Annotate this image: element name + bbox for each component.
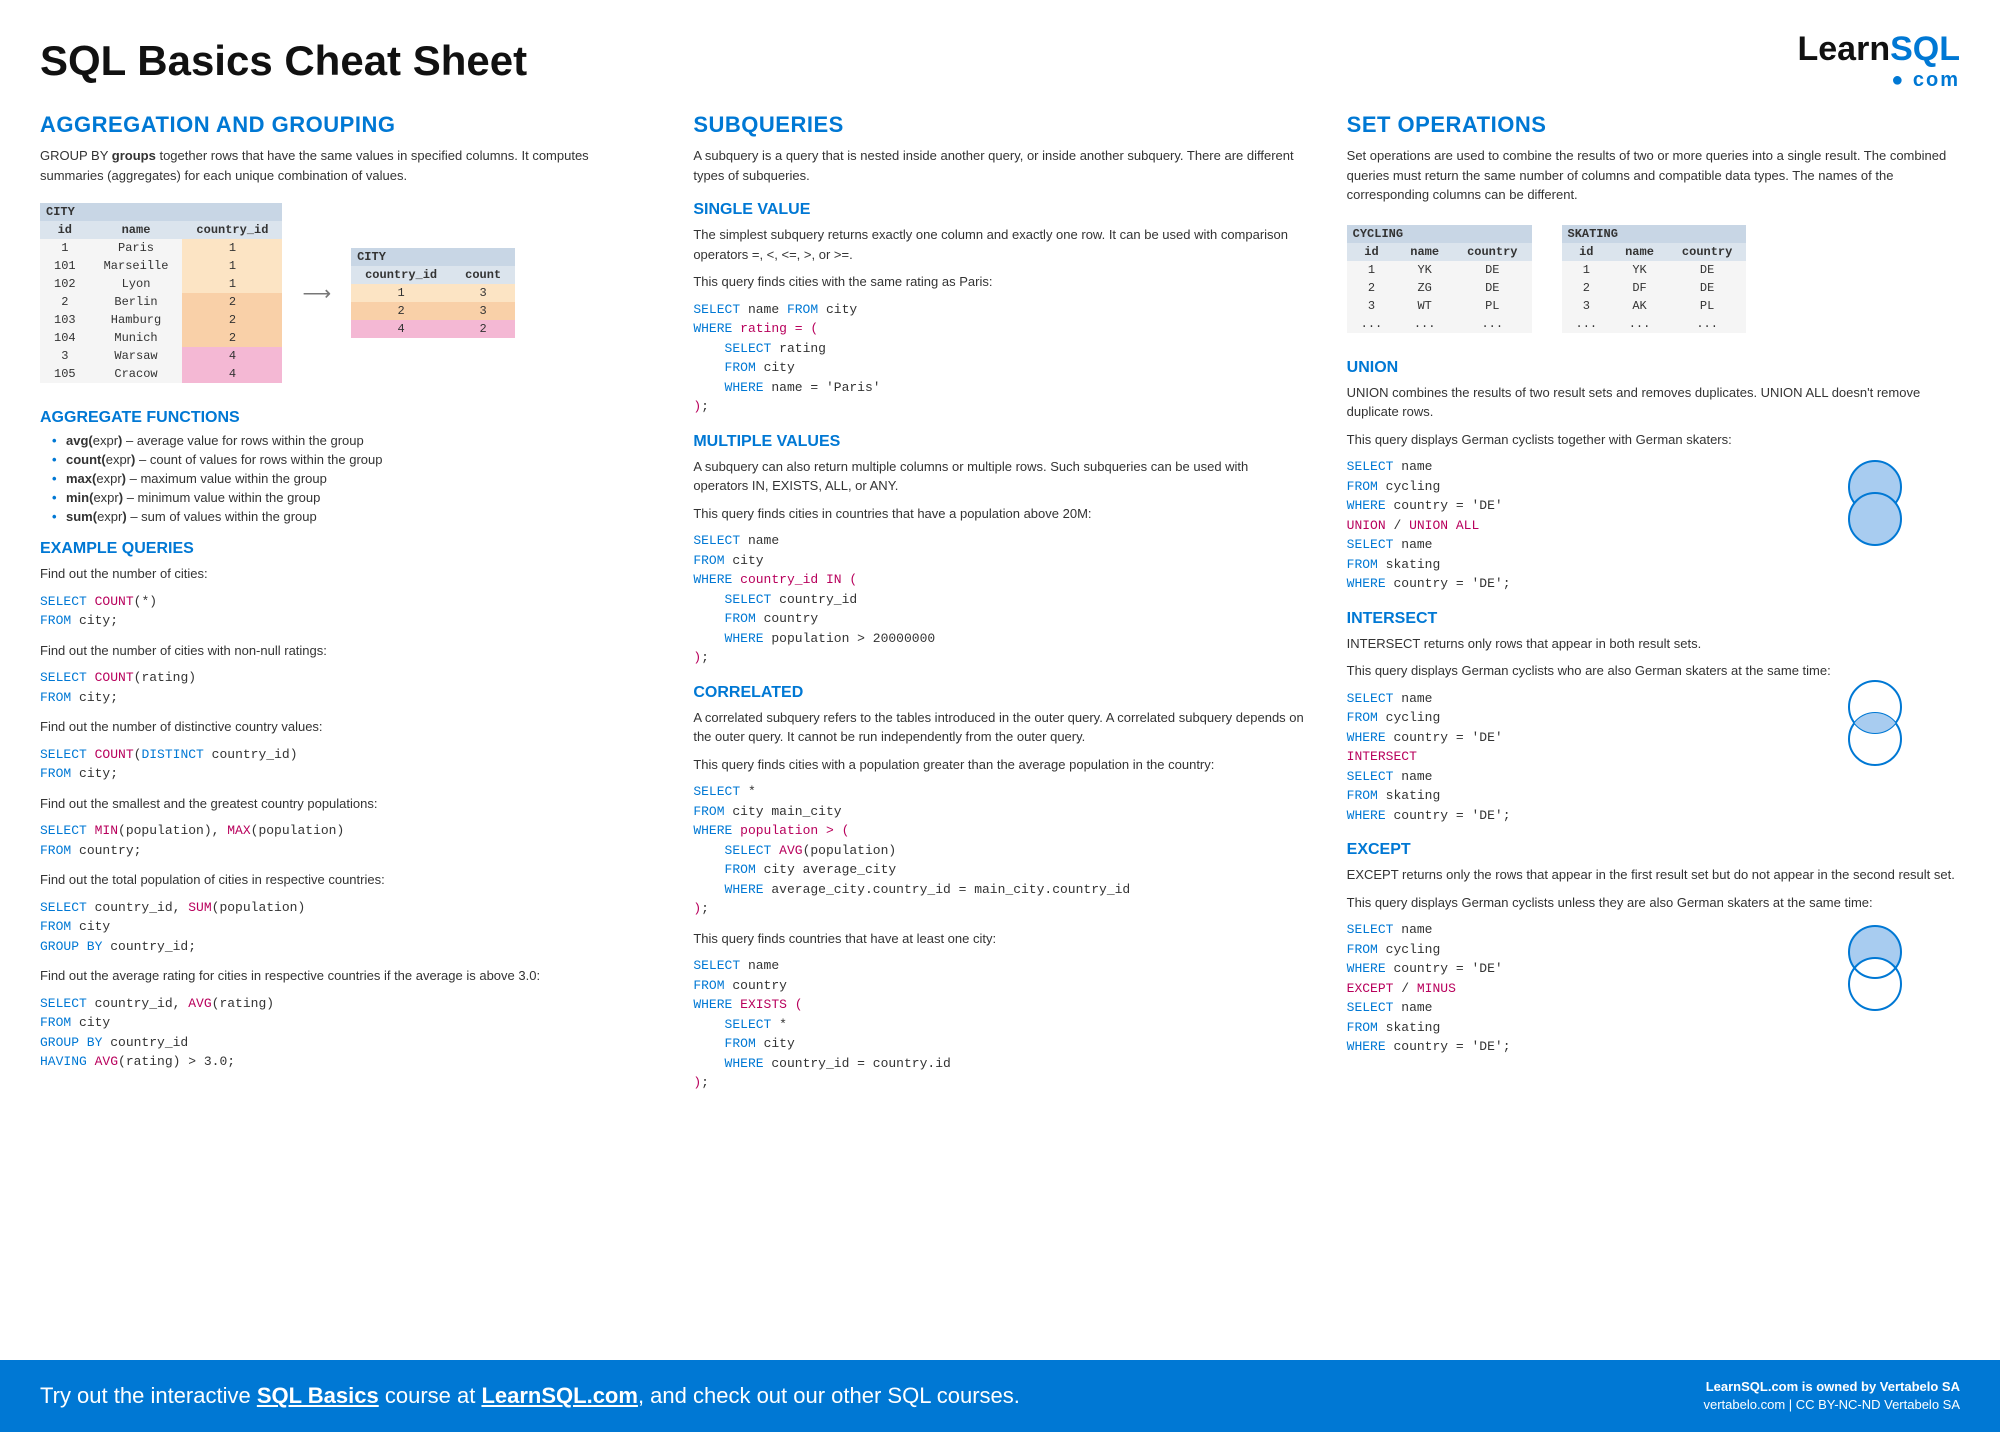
ex5-code: SELECT country_id, SUM(population) FROM …: [40, 898, 653, 957]
skating-table: SKATING idnamecountry1YKDE2DFDE3AKPL....…: [1562, 225, 1747, 333]
ex4-code: SELECT MIN(population), MAX(population) …: [40, 821, 653, 860]
city-agg-table: CITY country_idcount132342: [351, 248, 515, 338]
ex2-title: Find out the number of cities with non-n…: [40, 641, 653, 661]
footer-left: Try out the interactive SQL Basics cours…: [40, 1383, 1020, 1409]
logo-com: com: [1913, 69, 1960, 91]
int-p1: INTERSECT returns only rows that appear …: [1347, 634, 1960, 654]
sv-p1: The simplest subquery returns exactly on…: [693, 225, 1306, 264]
cor-p3: This query finds countries that have at …: [693, 929, 1306, 949]
ex5-title: Find out the total population of cities …: [40, 870, 653, 890]
cor-code2: SELECT name FROM country WHERE EXISTS ( …: [693, 956, 1306, 1093]
h3-intersect: INTERSECT: [1347, 610, 1960, 628]
h3-multiple-values: MULTIPLE VALUES: [693, 433, 1306, 451]
ex3-code: SELECT COUNT(DISTINCT country_id) FROM c…: [40, 745, 653, 784]
sv-code: SELECT name FROM city WHERE rating = ( S…: [693, 300, 1306, 417]
columns: AGGREGATION AND GROUPING GROUP BY groups…: [40, 112, 1960, 1103]
h3-union: UNION: [1347, 359, 1960, 377]
col-set-operations: SET OPERATIONS Set operations are used t…: [1347, 112, 1960, 1103]
logo-dot: ●: [1891, 69, 1913, 91]
h2-subqueries: SUBQUERIES: [693, 112, 1306, 138]
agg-intro: GROUP BY groups together rows that have …: [40, 146, 653, 185]
col-aggregation: AGGREGATION AND GROUPING GROUP BY groups…: [40, 112, 653, 1103]
mv-p1: A subquery can also return multiple colu…: [693, 457, 1306, 496]
sv-p2: This query finds cities with the same ra…: [693, 272, 1306, 292]
ex2-code: SELECT COUNT(rating) FROM city;: [40, 668, 653, 707]
mv-p2: This query finds cities in countries tha…: [693, 504, 1306, 524]
union-p2: This query displays German cyclists toge…: [1347, 430, 1960, 450]
footer-license: vertabelo.com | CC BY-NC-ND Vertabelo SA: [1704, 1396, 1961, 1414]
ex1-title: Find out the number of cities:: [40, 564, 653, 584]
venn-except-icon: [1835, 922, 1915, 1022]
h3-single-value: SINGLE VALUE: [693, 201, 1306, 219]
venn-intersect-icon: [1835, 677, 1915, 777]
h3-correlated: CORRELATED: [693, 684, 1306, 702]
subq-intro: A subquery is a query that is nested ins…: [693, 146, 1306, 185]
h3-examples: EXAMPLE QUERIES: [40, 540, 653, 558]
city-table: CITY idnamecountry_id1Paris1101Marseille…: [40, 203, 282, 383]
ex3-title: Find out the number of distinctive count…: [40, 717, 653, 737]
h3-agg-fns: AGGREGATE FUNCTIONS: [40, 409, 653, 427]
ex4-title: Find out the smallest and the greatest c…: [40, 794, 653, 814]
logo-sql: SQL: [1890, 30, 1960, 68]
agg-fn-list: avg(expr) – average value for rows withi…: [40, 433, 653, 524]
logo: LearnSQL ● com: [1798, 30, 1961, 92]
footer-right: LearnSQL.com is owned by Vertabelo SA ve…: [1704, 1378, 1961, 1414]
header: SQL Basics Cheat Sheet LearnSQL ● com: [40, 30, 1960, 92]
set-intro: Set operations are used to combine the r…: [1347, 146, 1960, 205]
h2-aggregation: AGGREGATION AND GROUPING: [40, 112, 653, 138]
page: SQL Basics Cheat Sheet LearnSQL ● com AG…: [0, 0, 2000, 1360]
cor-p1: A correlated subquery refers to the tabl…: [693, 708, 1306, 747]
footer: Try out the interactive SQL Basics cours…: [0, 1360, 2000, 1432]
cor-code1: SELECT * FROM city main_city WHERE popul…: [693, 782, 1306, 919]
cycling-table: CYCLING idnamecountry1YKDE2ZGDE3WTPL....…: [1347, 225, 1532, 333]
ex6-title: Find out the average rating for cities i…: [40, 966, 653, 986]
page-title: SQL Basics Cheat Sheet: [40, 37, 527, 85]
col-subqueries: SUBQUERIES A subquery is a query that is…: [693, 112, 1306, 1103]
exc-p2: This query displays German cyclists unle…: [1347, 893, 1960, 913]
h2-set-ops: SET OPERATIONS: [1347, 112, 1960, 138]
h3-except: EXCEPT: [1347, 841, 1960, 859]
union-p1: UNION combines the results of two result…: [1347, 383, 1960, 422]
mv-code: SELECT name FROM city WHERE country_id I…: [693, 531, 1306, 668]
city-tables: CITY idnamecountry_id1Paris1101Marseille…: [40, 193, 653, 393]
set-tables: CYCLING idnamecountry1YKDE2ZGDE3WTPL....…: [1347, 215, 1960, 343]
ex1-code: SELECT COUNT(*) FROM city;: [40, 592, 653, 631]
footer-owner: LearnSQL.com is owned by Vertabelo SA: [1704, 1378, 1961, 1396]
exc-p1: EXCEPT returns only the rows that appear…: [1347, 865, 1960, 885]
ex6-code: SELECT country_id, AVG(rating) FROM city…: [40, 994, 653, 1072]
logo-learn: Learn: [1798, 30, 1891, 68]
venn-union-icon: [1835, 457, 1915, 557]
arrow-icon: ⟶: [302, 281, 331, 306]
cor-p2: This query finds cities with a populatio…: [693, 755, 1306, 775]
